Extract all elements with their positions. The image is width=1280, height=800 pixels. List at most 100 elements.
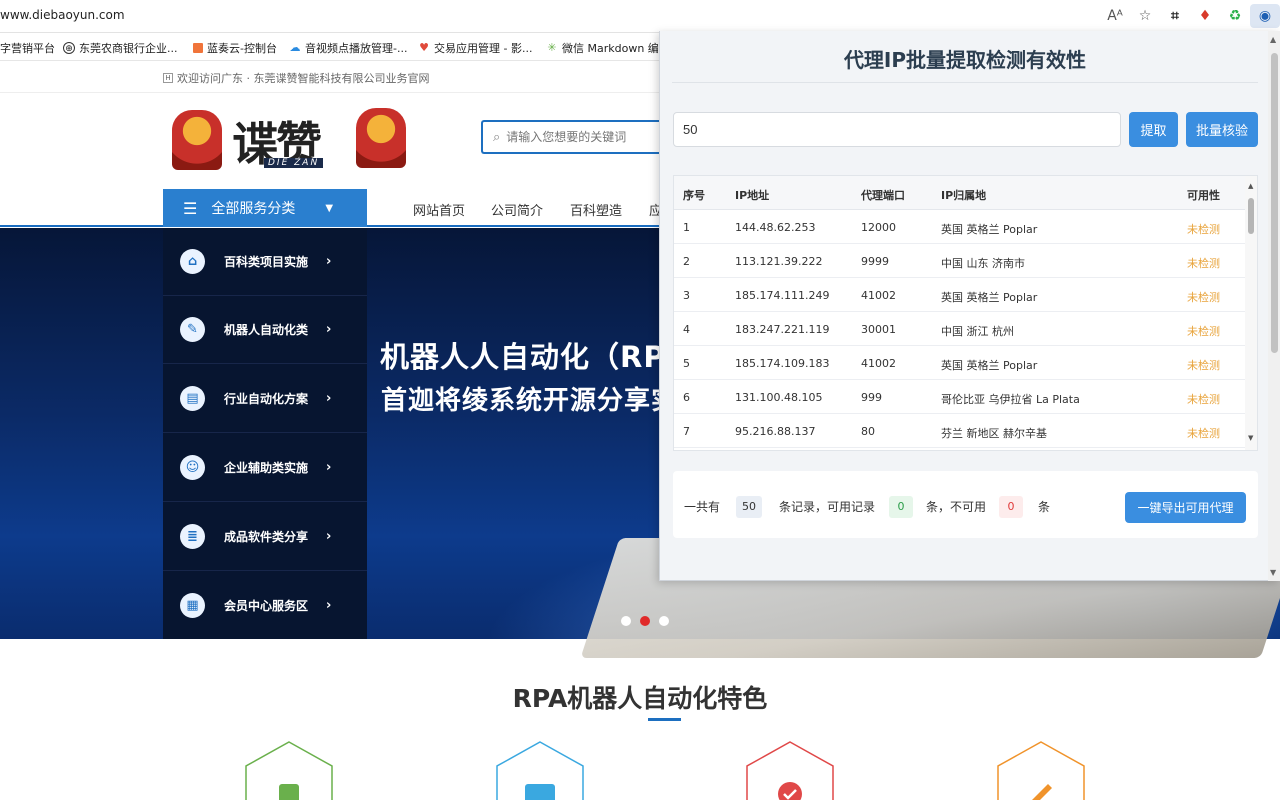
category-item[interactable]: ▤ 行业自动化方案 ›	[163, 365, 367, 433]
category-item[interactable]: ✎ 机器人自动化类 ›	[163, 296, 367, 364]
cell-ip: 185.174.111.249	[735, 289, 830, 302]
category-label: 百科类项目实施	[224, 255, 309, 269]
bookmark-item[interactable]: ⊕ 东莞农商银行企业...	[63, 40, 178, 56]
table-row[interactable]: 3 185.174.111.249 41002 英国 英格兰 Poplar 未检…	[674, 278, 1246, 312]
search-input[interactable]	[506, 130, 657, 144]
cell-location: 芬兰 新地区 赫尔辛基	[941, 427, 1047, 440]
banner-title: 机器人人自动化（RP	[380, 340, 666, 374]
browser-toolbar: Aᴬ ☆ ⌗ ♦ ♻ ◉	[1100, 4, 1280, 28]
col-ip: IP地址	[735, 189, 770, 202]
url-field[interactable]: www.diebaoyun.com	[0, 8, 125, 22]
batch-verify-button[interactable]: 批量核验	[1186, 112, 1258, 147]
extension-red-icon[interactable]: ♦	[1190, 4, 1220, 28]
bookmark-item[interactable]: ✳ 微信 Markdown 编...	[546, 40, 669, 56]
site-search: ⌕	[481, 120, 659, 154]
category-item[interactable]: ≣ 成品软件类分享 ›	[163, 503, 367, 571]
category-item[interactable]: ▦ 会员中心服务区 ›	[163, 571, 367, 639]
category-item[interactable]: ☺ 企业辅助类实施 ›	[163, 434, 367, 502]
search-icon: ⌕	[493, 129, 501, 145]
popup-scroll-thumb[interactable]	[1271, 53, 1278, 353]
edit-icon: ✎	[180, 317, 205, 342]
read-aloud-icon[interactable]: Aᴬ	[1100, 4, 1130, 28]
cell-port: 9999	[861, 255, 889, 268]
cell-ip: 185.174.109.183	[735, 357, 830, 370]
site-logo[interactable]: 谍赞 DIE ZAN	[172, 106, 408, 172]
bookmark-item[interactable]: ☁ 音视频点播放管理-...	[289, 40, 408, 56]
logo-pinyin: DIE ZAN	[264, 158, 324, 168]
welcome-text: 欢迎访问广东 · 东莞谍赞智能科技有限公司业务官网	[177, 72, 430, 85]
table-row[interactable]: 6 131.100.48.105 999 哥伦比亚 乌伊拉省 La Plata …	[674, 380, 1246, 414]
cell-ip: 113.121.39.222	[735, 255, 823, 268]
server-icon: ≣	[180, 524, 205, 549]
bookmark-label: 音视频点播放管理-...	[305, 42, 408, 55]
cloud-icon: ☁	[289, 41, 301, 54]
bookmark-item[interactable]: 字营销平台	[0, 40, 55, 56]
cell-port: 999	[861, 391, 882, 404]
nav-about[interactable]: 公司简介	[491, 200, 543, 219]
table-scrollbar[interactable]: ▲ ▼	[1245, 176, 1257, 450]
all-categories-label: 全部服务分类	[211, 201, 296, 217]
bookmark-label: 东莞农商银行企业...	[79, 42, 178, 55]
extension-proxy-icon[interactable]: ◉	[1250, 4, 1280, 28]
carousel-dot[interactable]	[621, 616, 631, 626]
scroll-up-icon[interactable]: ▲	[1270, 35, 1276, 44]
cell-location: 哥伦比亚 乌伊拉省 La Plata	[941, 393, 1080, 406]
cell-location: 中国 浙江 杭州	[941, 325, 1014, 338]
category-item[interactable]: ⌂ 百科类项目实施 ›	[163, 228, 367, 296]
cell-status: 未检测	[1187, 427, 1220, 440]
chevron-right-icon: ›	[326, 597, 332, 613]
address-bar: www.diebaoyun.com Aᴬ ☆ ⌗ ♦ ♻ ◉	[0, 0, 1280, 33]
rocket-icon	[996, 740, 1086, 800]
scroll-down-icon[interactable]: ▼	[1270, 568, 1276, 577]
extension-crop-icon[interactable]: ⌗	[1160, 4, 1190, 28]
nav-wiki[interactable]: 百科塑造	[570, 200, 622, 219]
bookmark-item[interactable]: ♥ 交易应用管理 - 影...	[418, 40, 532, 56]
export-available-button[interactable]: 一键导出可用代理	[1125, 492, 1246, 523]
bookmark-item[interactable]: 蓝奏云-控制台	[193, 40, 277, 56]
table-row[interactable]: 5 185.174.109.183 41002 英国 英格兰 Poplar 未检…	[674, 346, 1246, 380]
cell-no: 4	[683, 323, 690, 336]
all-categories-button[interactable]: ☰ 全部服务分类 ▼	[163, 189, 367, 227]
summary-mid1: 条记录，可用记录	[779, 500, 876, 514]
proxy-extension-popup: 代理IP批量提取检测有效性 提取 批量核验 序号 IP地址 代理端口 IP归属地…	[659, 31, 1280, 581]
total-count-badge: 50	[736, 496, 762, 518]
category-label: 会员中心服务区	[224, 598, 309, 613]
cell-port: 41002	[861, 357, 896, 370]
cell-status: 未检测	[1187, 325, 1220, 338]
cell-status: 未检测	[1187, 393, 1220, 406]
extension-green-icon[interactable]: ♻	[1220, 4, 1250, 28]
table-row[interactable]: 4 183.247.221.119 30001 中国 浙江 杭州 未检测	[674, 312, 1246, 346]
lion-mascot-icon	[356, 108, 406, 168]
carousel-dot[interactable]	[659, 616, 669, 626]
scroll-down-icon[interactable]: ▼	[1248, 434, 1253, 442]
cell-no: 3	[683, 289, 690, 302]
cell-no: 5	[683, 357, 690, 370]
check-circle-icon	[745, 740, 835, 800]
carousel-dot-active[interactable]	[640, 616, 650, 626]
cell-ip: 95.216.88.137	[735, 425, 816, 438]
cell-port: 80	[861, 425, 875, 438]
col-no: 序号	[683, 189, 705, 202]
summary-suffix: 条	[1038, 500, 1051, 514]
summary-mid2: 条，不可用	[926, 500, 987, 514]
summary-prefix: 一共有	[684, 500, 721, 514]
available-count-badge: 0	[889, 496, 913, 518]
category-label: 成品软件类分享	[224, 530, 309, 544]
cell-status: 未检测	[1187, 257, 1220, 270]
table-row[interactable]: 2 113.121.39.222 9999 中国 山东 济南市 未检测	[674, 244, 1246, 278]
pin-icon: ♥	[419, 41, 429, 54]
document-icon: ▤	[180, 386, 205, 411]
nav-home[interactable]: 网站首页	[413, 200, 465, 219]
extract-button[interactable]: 提取	[1129, 112, 1178, 147]
col-port: 代理端口	[861, 189, 905, 202]
unavailable-count-badge: 0	[999, 496, 1023, 518]
table-scroll-thumb[interactable]	[1248, 198, 1254, 234]
caret-down-icon: ▼	[325, 202, 334, 214]
table-row[interactable]: 7 95.216.88.137 80 芬兰 新地区 赫尔辛基 未检测	[674, 414, 1246, 448]
popup-scrollbar[interactable]: ▲ ▼	[1268, 31, 1280, 581]
scroll-up-icon[interactable]: ▲	[1248, 182, 1253, 190]
table-row[interactable]: 1 144.48.62.253 12000 英国 英格兰 Poplar 未检测	[674, 210, 1246, 244]
favorite-star-icon[interactable]: ☆	[1130, 4, 1160, 28]
user-card-icon: ☺	[180, 455, 205, 480]
count-input[interactable]	[673, 112, 1121, 147]
